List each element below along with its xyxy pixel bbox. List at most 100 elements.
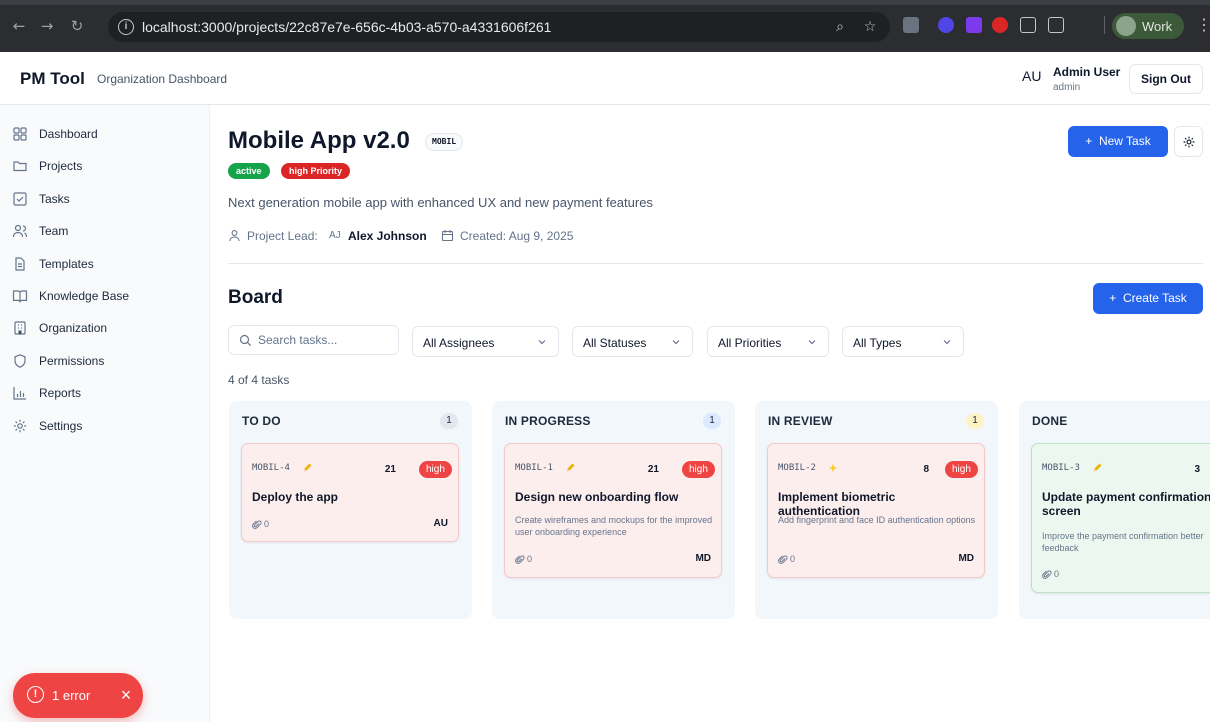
priority-badge: high <box>945 461 978 478</box>
story-points: 8 <box>923 464 929 475</box>
column-count: 1 <box>703 413 721 429</box>
bookmark-star-icon[interactable]: ☆ <box>860 17 880 37</box>
search-box[interactable] <box>228 325 399 355</box>
filter-label: All Priorities <box>718 336 782 350</box>
puzzle-icon[interactable] <box>1048 17 1064 33</box>
alert-circle-icon: ! <box>27 686 44 703</box>
sign-out-button[interactable]: Sign Out <box>1129 64 1203 94</box>
filter-label: All Types <box>853 336 902 350</box>
task-card[interactable]: MOBIL-2 8 high Implement biometric authe… <box>767 443 985 578</box>
extension-icon[interactable] <box>1020 17 1036 33</box>
extension-icon[interactable] <box>938 17 954 33</box>
reload-icon[interactable]: ↻ <box>66 15 88 37</box>
status-filter[interactable]: All Statuses <box>572 326 693 357</box>
assignee-filter[interactable]: All Assignees <box>412 326 559 357</box>
column-title: TO DO <box>242 414 281 428</box>
zoom-icon[interactable]: ⌕ <box>830 17 850 37</box>
chevron-down-icon <box>943 340 951 345</box>
book-icon <box>12 290 28 303</box>
task-card[interactable]: MOBIL-4 21 high Deploy the app 0 AU <box>241 443 459 542</box>
attachments: 0 <box>252 519 282 531</box>
extension-icon[interactable] <box>966 17 982 33</box>
close-icon[interactable]: × <box>117 683 135 707</box>
attachments: 0 <box>1042 569 1072 581</box>
site-info-icon[interactable]: i <box>118 19 134 35</box>
browser-chrome: ← → ↻ i localhost:3000/projects/22c87e7e… <box>0 0 1210 52</box>
type-filter[interactable]: All Types <box>842 326 964 357</box>
extension-icon[interactable] <box>903 17 919 33</box>
sidebar-item-projects[interactable]: Projects <box>12 154 198 180</box>
sparkle-icon <box>828 463 838 473</box>
sidebar-item-label: Permissions <box>39 354 105 368</box>
folder-icon <box>13 161 27 172</box>
chevron-down-icon <box>808 340 816 345</box>
brand-logo[interactable]: PM Tool <box>20 69 85 89</box>
error-toast[interactable]: ! 1 error × <box>13 673 143 718</box>
gear-icon <box>1183 136 1195 148</box>
column-count: 1 <box>440 413 458 429</box>
sidebar-item-label: Templates <box>39 257 94 271</box>
url-text[interactable]: localhost:3000/projects/22c87e7e-656c-4b… <box>142 19 551 35</box>
pencil-icon <box>303 463 312 472</box>
story-points: 21 <box>647 464 659 475</box>
sidebar-item-label: Dashboard <box>39 127 98 141</box>
sidebar-item-settings[interactable]: Settings <box>12 414 198 440</box>
task-key: MOBIL-2 <box>778 463 816 473</box>
board-column-in-review: IN REVIEW 1 MOBIL-2 8 high Implement bio… <box>755 401 998 619</box>
user-role: admin <box>1053 82 1081 93</box>
project-settings-button[interactable] <box>1174 126 1203 157</box>
browser-menu-icon[interactable]: ⋮ <box>1196 16 1210 36</box>
profile-button[interactable]: Work <box>1112 13 1184 39</box>
search-input[interactable] <box>258 331 393 349</box>
priority-filter[interactable]: All Priorities <box>707 326 829 357</box>
back-icon[interactable]: ← <box>8 15 30 37</box>
task-description: Improve the payment confirmation better … <box>1042 531 1204 553</box>
sidebar-item-label: Team <box>39 224 69 238</box>
task-key: MOBIL-4 <box>252 463 290 473</box>
paperclip-icon <box>778 555 788 564</box>
extension-icon[interactable] <box>992 17 1008 33</box>
sidebar-item-dashboard[interactable]: Dashboard <box>12 122 198 148</box>
error-toast-label: 1 error <box>52 688 91 703</box>
board-title: Board <box>228 287 283 308</box>
app-header: PM Tool Organization Dashboard AU Admin … <box>0 52 1210 105</box>
new-task-label: New Task <box>1098 134 1151 148</box>
sidebar-item-templates[interactable]: Templates <box>12 252 198 278</box>
sidebar-item-label: Tasks <box>39 192 70 206</box>
new-task-button[interactable]: + New Task <box>1068 126 1168 157</box>
project-key-badge: MOBIL <box>425 133 464 151</box>
task-card[interactable]: MOBIL-3 3 Update payment confirmation sc… <box>1031 443 1210 593</box>
board-column-done: DONE MOBIL-3 3 Update payment confirmati… <box>1019 401 1210 619</box>
toolbar-divider <box>1104 16 1105 34</box>
sidebar-item-team[interactable]: Team <box>12 219 198 245</box>
filter-label: All Statuses <box>583 336 647 350</box>
user-icon <box>229 230 240 242</box>
tab-strip <box>0 0 1210 5</box>
create-task-label: Create Task <box>1122 291 1187 305</box>
filter-label: All Assignees <box>423 336 495 350</box>
board-column-in-progress: IN PROGRESS 1 MOBIL-1 21 high Design new… <box>492 401 735 619</box>
search-icon <box>239 334 252 347</box>
task-card[interactable]: MOBIL-1 21 high Design new onboarding fl… <box>504 443 722 578</box>
sidebar-item-organization[interactable]: Organization <box>12 316 198 342</box>
project-lead-avatar: AJ <box>329 230 341 241</box>
sidebar-item-reports[interactable]: Reports <box>12 381 198 407</box>
sidebar-item-tasks[interactable]: Tasks <box>12 187 198 213</box>
create-task-button[interactable]: + Create Task <box>1093 283 1203 314</box>
forward-icon[interactable]: → <box>36 15 58 37</box>
user-avatar[interactable]: AU <box>1022 68 1041 84</box>
sidebar-item-label: Knowledge Base <box>39 289 130 303</box>
address-bar[interactable]: i localhost:3000/projects/22c87e7e-656c-… <box>108 12 890 42</box>
sidebar-item-permissions[interactable]: Permissions <box>12 349 198 375</box>
project-created-date: Created: Aug 9, 2025 <box>460 229 574 243</box>
sidebar-item-knowledge-base[interactable]: Knowledge Base <box>12 284 198 310</box>
sidebar: Dashboard Projects Tasks Team Templates … <box>0 105 210 722</box>
profile-avatar <box>1116 16 1136 36</box>
column-title: IN PROGRESS <box>505 414 591 428</box>
column-title: IN REVIEW <box>768 414 833 428</box>
sidebar-item-label: Settings <box>39 419 83 433</box>
attachment-count: 0 <box>527 554 533 564</box>
header-subtitle: Organization Dashboard <box>97 72 228 86</box>
task-count: 4 of 4 tasks <box>228 373 290 387</box>
users-icon <box>12 224 28 238</box>
